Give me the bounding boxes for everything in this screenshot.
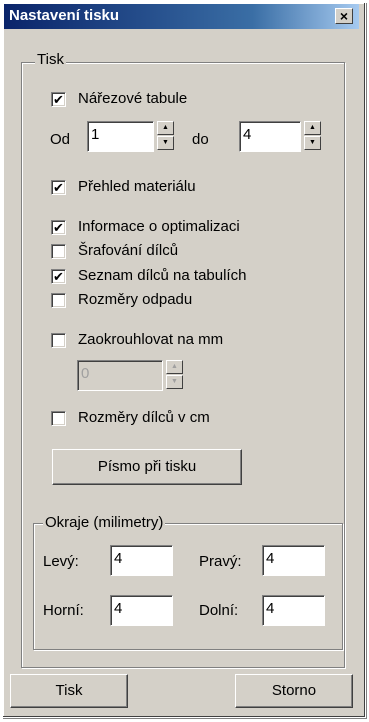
- title-bar[interactable]: Nastavení tisku ×: [4, 4, 359, 29]
- round-value-spinner[interactable]: ▲ ▼: [166, 360, 183, 390]
- round-to-mm-label: Zaokrouhlovat na mm: [78, 331, 224, 348]
- print-group-label: Tisk: [35, 51, 66, 68]
- to-label: do: [192, 131, 209, 148]
- parts-list-on-sheets-checkbox[interactable]: ✔: [51, 269, 66, 284]
- waste-dimensions-label: Rozměry odpadu: [78, 291, 193, 308]
- margins-group-label: Okraje (milimetry): [43, 514, 166, 531]
- check-icon: ✔: [53, 269, 64, 284]
- optimization-info-label: Informace o optimalizaci: [78, 218, 240, 235]
- optimization-info-checkbox[interactable]: ✔: [51, 220, 66, 235]
- from-label: Od: [50, 131, 71, 148]
- part-hatching-label: Šrafování dílců: [78, 242, 179, 259]
- spin-down-icon[interactable]: ▼: [157, 136, 174, 150]
- spin-down-icon[interactable]: ▼: [304, 136, 321, 150]
- part-dims-cm-checkbox[interactable]: [51, 411, 66, 426]
- waste-dimensions-checkbox[interactable]: [51, 293, 66, 308]
- spin-up-icon[interactable]: ▲: [157, 121, 174, 135]
- close-icon: ×: [339, 8, 349, 24]
- cutting-sheets-checkbox[interactable]: ✔: [51, 92, 66, 107]
- check-icon: ✔: [53, 180, 64, 195]
- print-font-button[interactable]: Písmo při tisku: [52, 449, 242, 485]
- to-input[interactable]: 4: [239, 121, 301, 152]
- material-overview-checkbox[interactable]: ✔: [51, 180, 66, 195]
- round-value-input[interactable]: 0: [77, 360, 163, 391]
- check-icon: ✔: [53, 92, 64, 107]
- left-margin-label: Levý:: [43, 553, 79, 570]
- parts-list-on-sheets-label: Seznam dílců na tabulích: [78, 267, 247, 284]
- round-to-mm-checkbox[interactable]: [51, 333, 66, 348]
- cutting-sheets-label: Nářezové tabule: [78, 90, 188, 107]
- left-margin-input[interactable]: 4: [110, 545, 173, 576]
- part-dims-cm-label: Rozměry dílců v cm: [78, 409, 210, 426]
- from-spinner[interactable]: ▲ ▼: [157, 121, 174, 151]
- spin-down-icon[interactable]: ▼: [166, 375, 183, 389]
- spin-up-icon[interactable]: ▲: [166, 360, 183, 374]
- close-button[interactable]: ×: [335, 8, 353, 24]
- margins-group: [33, 523, 343, 650]
- top-margin-label: Horní:: [43, 602, 84, 619]
- right-margin-input[interactable]: 4: [262, 545, 325, 576]
- bottom-margin-input[interactable]: 4: [262, 595, 325, 626]
- from-input[interactable]: 1: [87, 121, 154, 152]
- print-button[interactable]: Tisk: [10, 674, 128, 708]
- top-margin-input[interactable]: 4: [110, 595, 173, 626]
- check-icon: ✔: [53, 220, 64, 235]
- material-overview-label: Přehled materiálu: [78, 178, 196, 195]
- to-spinner[interactable]: ▲ ▼: [304, 121, 321, 151]
- spin-up-icon[interactable]: ▲: [304, 121, 321, 135]
- dialog-title: Nastavení tisku: [9, 7, 120, 24]
- right-margin-label: Pravý:: [199, 553, 242, 570]
- bottom-margin-label: Dolní:: [199, 602, 239, 619]
- cancel-button[interactable]: Storno: [235, 674, 353, 708]
- part-hatching-checkbox[interactable]: [51, 244, 66, 259]
